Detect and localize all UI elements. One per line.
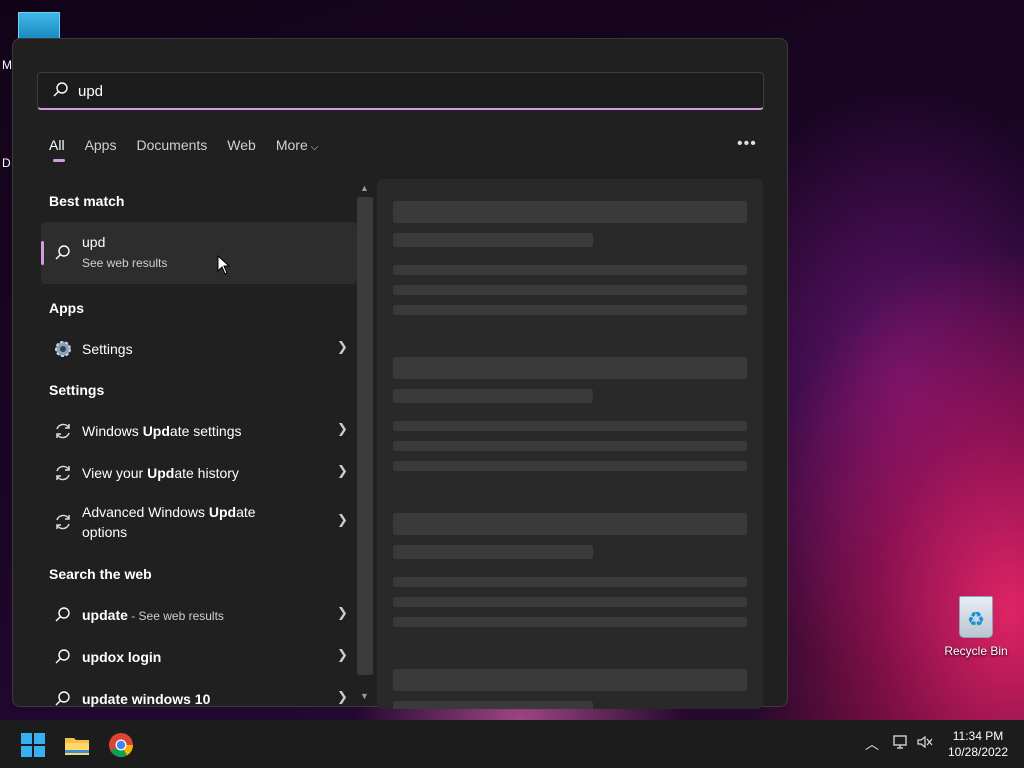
desktop-label: M — [2, 58, 12, 72]
tab-documents[interactable]: Documents — [136, 137, 207, 153]
folder-icon — [65, 738, 89, 755]
best-match-subtitle: See web results — [82, 256, 168, 270]
section-search-web: Search the web — [49, 566, 152, 582]
desktop-label: D — [2, 156, 11, 170]
app-item-settings[interactable]: Settings ❯ — [41, 327, 357, 371]
chrome-button[interactable] — [108, 732, 134, 758]
refresh-icon — [53, 512, 73, 532]
results-list: Best match upd See web results Apps Sett… — [41, 179, 357, 709]
search-icon — [53, 689, 73, 709]
show-hidden-icons-icon[interactable]: ︿ — [865, 734, 879, 754]
tab-apps[interactable]: Apps — [85, 137, 117, 153]
mouse-cursor-icon — [217, 254, 231, 280]
settings-item-advanced-update[interactable]: Advanced Windows Update options ❯ — [41, 493, 357, 551]
recycle-bin-icon — [959, 596, 993, 638]
section-settings: Settings — [49, 382, 105, 398]
search-panel: All Apps Documents Web More⌵ ••• Best ma… — [12, 38, 788, 709]
file-explorer-button[interactable] — [64, 732, 90, 758]
search-input[interactable] — [78, 79, 748, 103]
volume-muted-icon[interactable] — [916, 734, 934, 753]
clock-time: 11:34 PM — [952, 729, 1004, 743]
network-icon[interactable] — [892, 734, 910, 753]
tab-more[interactable]: More ⌵ — [276, 137, 319, 153]
search-box[interactable] — [37, 72, 764, 110]
refresh-icon — [53, 421, 73, 441]
web-result-item[interactable]: update windows 10 ❯ — [41, 677, 357, 709]
search-icon — [53, 243, 73, 263]
chevron-right-icon: ❯ — [337, 647, 348, 662]
recycle-bin[interactable]: Recycle Bin — [940, 596, 1012, 658]
desktop-icon[interactable] — [18, 12, 60, 40]
settings-item-update-history[interactable]: View your Update history ❯ — [41, 451, 357, 495]
best-match-title: upd — [82, 234, 106, 250]
start-button[interactable] — [20, 732, 46, 758]
chevron-right-icon: ❯ — [337, 463, 348, 478]
web-result-item[interactable]: update - See web results ❯ — [41, 593, 357, 637]
results-scrollbar[interactable]: ▲ ▼ — [357, 179, 373, 709]
best-match-item[interactable]: upd See web results — [41, 222, 357, 284]
chevron-right-icon: ❯ — [337, 605, 348, 620]
chrome-icon — [109, 733, 133, 758]
search-icon — [53, 605, 73, 625]
scrollbar-thumb[interactable] — [357, 197, 373, 675]
search-icon — [53, 647, 73, 667]
chevron-right-icon: ❯ — [337, 421, 348, 436]
clock-date: 10/28/2022 — [947, 745, 1009, 759]
scroll-up-icon[interactable]: ▲ — [360, 183, 369, 193]
system-clock[interactable]: 11:34 PM 10/28/2022 — [940, 728, 1016, 760]
preview-pane-loading — [377, 179, 763, 709]
recycle-bin-label: Recycle Bin — [944, 644, 1008, 658]
chevron-right-icon: ❯ — [337, 689, 348, 704]
settings-item-windows-update[interactable]: Windows Update settings ❯ — [41, 409, 357, 453]
refresh-icon — [53, 463, 73, 483]
windows-logo-icon — [21, 733, 45, 757]
filter-tabs: All Apps Documents Web More ⌵ — [49, 137, 338, 162]
web-result-item[interactable]: updox login ❯ — [41, 635, 357, 679]
tab-web[interactable]: Web — [227, 137, 256, 153]
chevron-down-icon: ⌵ — [310, 142, 319, 153]
more-options-icon[interactable]: ••• — [737, 135, 757, 153]
search-icon — [52, 81, 70, 104]
tab-all[interactable]: All — [49, 137, 65, 162]
taskbar: ︿ 11:34 PM 10/28/2022 — [0, 720, 1024, 768]
section-apps: Apps — [49, 300, 84, 316]
gear-icon — [53, 339, 73, 359]
chevron-right-icon: ❯ — [337, 512, 348, 527]
chevron-right-icon: ❯ — [337, 339, 348, 354]
scroll-down-icon[interactable]: ▼ — [360, 691, 369, 701]
section-best-match: Best match — [49, 193, 125, 209]
